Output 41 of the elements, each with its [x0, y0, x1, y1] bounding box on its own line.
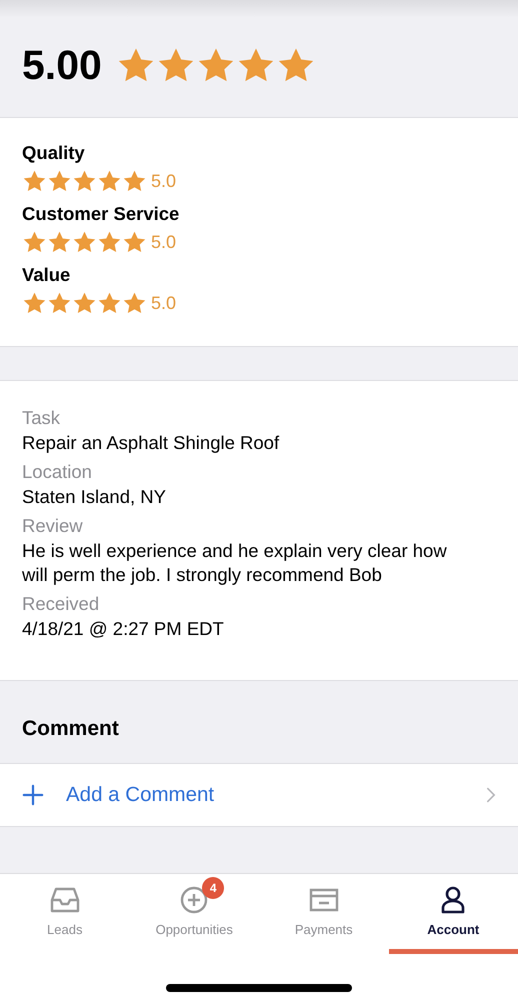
- star-icon: [47, 230, 72, 255]
- add-comment-link[interactable]: Add a Comment: [66, 783, 464, 807]
- detail-value: Repair an Asphalt Shingle Roof: [22, 431, 280, 455]
- overall-score: 5.00: [22, 42, 102, 89]
- rating-category: Value: [22, 263, 72, 287]
- star-icon: [122, 230, 147, 255]
- star-icon: [22, 230, 47, 255]
- tray-icon: [48, 886, 81, 914]
- star-icon: [22, 291, 47, 316]
- rating-score: 5.0: [151, 293, 176, 314]
- star-icon: [22, 169, 47, 194]
- detail-value: He is well experience and he explain very clear how will perm the job. I strongly recommend Bob: [22, 539, 448, 587]
- detail-value: Staten Island, NY: [22, 485, 167, 509]
- plus-icon: [22, 784, 44, 806]
- star-icon: [97, 291, 122, 316]
- tab[interactable]: Leads: [0, 874, 130, 954]
- add-comment-row[interactable]: Add a Comment: [0, 764, 518, 827]
- star-icon: [122, 169, 147, 194]
- star-icon: [122, 291, 147, 316]
- section-title: Comment: [22, 717, 119, 741]
- notification-badge: 4: [202, 877, 224, 899]
- tab[interactable]: Payments: [259, 874, 388, 954]
- rating-category: Customer Service: [22, 202, 180, 226]
- tab[interactable]: 4 Opportunities: [130, 874, 259, 954]
- star-icon: [72, 291, 97, 316]
- rating-score: 5.0: [151, 232, 176, 253]
- star-icon: [72, 230, 97, 255]
- chevron-icon: [486, 787, 496, 803]
- star-icon: [47, 169, 72, 194]
- detail-label: Task: [22, 406, 62, 430]
- star-icon: [47, 291, 72, 316]
- card-icon: [308, 886, 340, 914]
- detail-label: Received: [22, 592, 100, 616]
- star-icon: [72, 169, 97, 194]
- detail-label: Review: [22, 514, 84, 538]
- detail-value: 4/18/21 @ 2:27 PM EDT: [22, 617, 225, 641]
- star-icon: [97, 169, 122, 194]
- detail-label: Location: [22, 460, 93, 484]
- star-icon: [97, 230, 122, 255]
- rating-score: 5.0: [151, 171, 176, 192]
- rating-category: Quality: [22, 141, 86, 165]
